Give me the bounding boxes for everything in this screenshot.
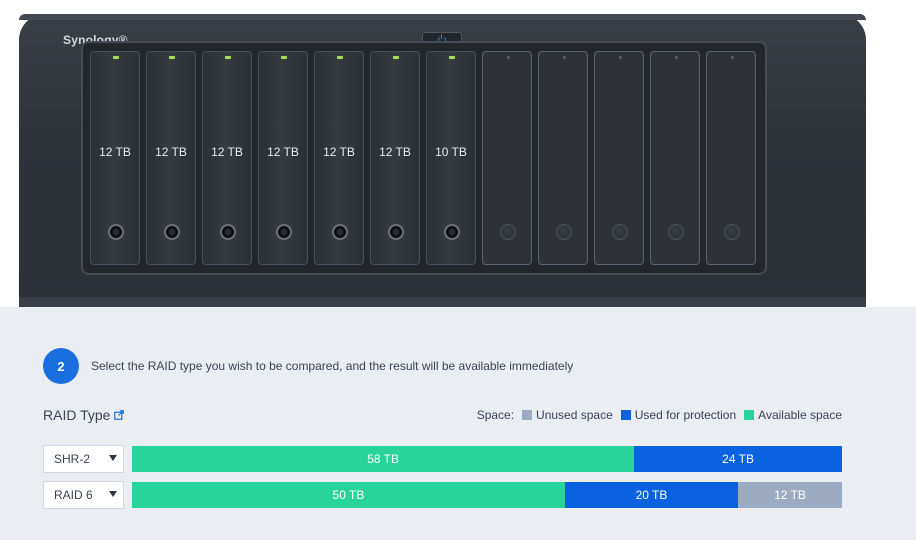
drive-capacity-label: 12 TB <box>211 145 243 159</box>
tray-lock-icon <box>500 224 516 240</box>
drive-bay-frame: 12 TB 12 TB 12 TB 12 TB 12 TB 12 TB 10 TB <box>81 41 767 275</box>
tray-lock-icon <box>612 224 628 240</box>
drive-bay-filled: 12 TB <box>90 51 140 265</box>
drive-capacity-label: 12 TB <box>379 145 411 159</box>
tray-lock-icon <box>164 224 180 240</box>
drive-bay-filled: 12 TB <box>370 51 420 265</box>
dropdown-caret-icon <box>109 491 117 497</box>
segment-available: 58 TB <box>132 446 635 472</box>
legend-available-swatch <box>744 410 755 420</box>
bay-indicator <box>563 56 566 59</box>
legend-protection-swatch <box>620 410 631 420</box>
drive-bay-empty <box>594 51 644 265</box>
legend-protection-label: Used for protection <box>634 408 737 422</box>
legend-unused-label: Unused space <box>536 408 613 422</box>
drive-capacity-label: 12 TB <box>267 145 299 159</box>
drive-bay-filled: 12 TB <box>314 51 364 265</box>
drive-capacity-label: 10 TB <box>435 145 467 159</box>
bay-indicator <box>507 56 510 59</box>
segment-protection: 24 TB <box>634 446 842 472</box>
segment-unused: 12 TB <box>738 482 842 508</box>
bay-indicator <box>675 56 678 59</box>
tray-lock-icon <box>220 224 236 240</box>
segment-protection: 20 TB <box>564 482 739 508</box>
tray-lock-icon <box>724 224 740 240</box>
raid-compare-panel: 2 Select the RAID type you wish to be co… <box>0 307 916 540</box>
tray-lock-icon <box>444 224 460 240</box>
bay-indicator <box>731 56 734 59</box>
drive-bay-filled: 12 TB <box>202 51 252 265</box>
chassis-top-edge <box>19 14 866 20</box>
drive-bay-empty <box>706 51 756 265</box>
drive-bay-empty <box>538 51 588 265</box>
select-value: SHR-2 <box>54 452 91 466</box>
bay-indicator <box>619 56 622 59</box>
tray-lock-icon <box>276 224 292 240</box>
segment-available: 50 TB <box>132 482 565 508</box>
status-led <box>281 56 287 59</box>
tray-lock-icon <box>388 224 404 240</box>
step-number-badge: 2 <box>43 348 79 384</box>
legend-unused-swatch <box>522 410 533 420</box>
drive-bay-filled: 12 TB <box>258 51 308 265</box>
drive-bay-empty <box>482 51 532 265</box>
drive-capacity-label: 12 TB <box>323 145 355 159</box>
nas-illustration: Synology® 12 TB 12 TB 12 TB 12 TB 12 TB 12 TB… <box>0 0 916 314</box>
dropdown-caret-icon <box>109 455 117 461</box>
raid-type-heading: RAID Type <box>43 407 125 423</box>
tray-lock-icon <box>108 224 124 240</box>
drive-bay-empty <box>650 51 700 265</box>
drive-capacity-label: 12 TB <box>99 145 131 159</box>
tray-lock-icon <box>556 224 572 240</box>
status-led <box>225 56 231 59</box>
capacity-bar-shr2: 58 TB 24 TB <box>132 446 842 472</box>
select-value: RAID 6 <box>54 488 93 502</box>
external-link-icon[interactable] <box>114 410 125 420</box>
step-instruction: Select the RAID type you wish to be comp… <box>91 359 574 373</box>
status-led <box>337 56 343 59</box>
raid-type-label: RAID Type <box>43 407 111 423</box>
drive-capacity-label: 12 TB <box>155 145 187 159</box>
status-led <box>113 56 119 59</box>
drive-bay-filled: 10 TB <box>426 51 476 265</box>
drive-bay-filled: 12 TB <box>146 51 196 265</box>
raid-type-select-shr2[interactable]: SHR-2 <box>43 445 124 473</box>
status-led <box>449 56 455 59</box>
raid-type-select-raid6[interactable]: RAID 6 <box>43 481 124 509</box>
space-legend: Space: Unused space Used for protection … <box>477 408 842 422</box>
status-led <box>169 56 175 59</box>
legend-available-label: Available space <box>758 408 842 422</box>
tray-lock-icon <box>332 224 348 240</box>
tray-lock-icon <box>668 224 684 240</box>
status-led <box>393 56 399 59</box>
legend-title: Space: <box>476 408 515 422</box>
capacity-bar-raid6: 50 TB 20 TB 12 TB <box>132 482 842 508</box>
